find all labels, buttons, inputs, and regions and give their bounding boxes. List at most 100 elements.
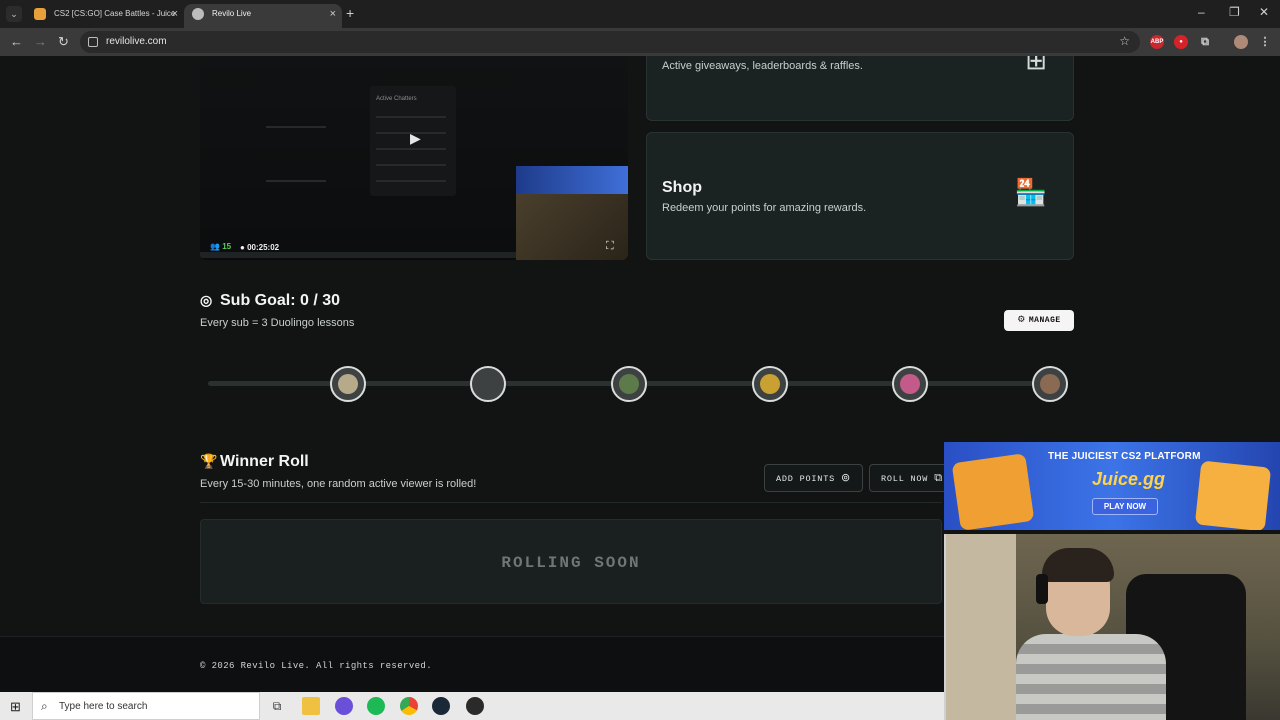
video-chat-title: Active Chatters — [376, 96, 417, 102]
milestone-reward[interactable] — [330, 366, 366, 402]
new-tab-button[interactable]: + — [346, 5, 354, 21]
search-icon: ⌕ — [41, 699, 48, 713]
webcam-shirt — [1016, 634, 1166, 720]
juice-favicon-icon — [34, 8, 46, 20]
sub-goal-subtitle: Every sub = 3 Duolingo lessons — [200, 317, 355, 329]
restore-icon[interactable]: ❐ — [1229, 5, 1240, 19]
copyright-text: © 2026 Revilo Live. All rights reserved. — [200, 661, 433, 671]
extensions-puzzle-icon[interactable]: ⧉ — [1198, 35, 1212, 49]
sub-goal-title-text: Sub Goal: 0 / 30 — [220, 292, 341, 309]
taskbar-search-input[interactable]: ⌕ Type here to search — [32, 692, 260, 720]
gift-icon: ⊞ — [1025, 56, 1047, 75]
viewer-count-value: 15 — [222, 242, 232, 251]
video-ad-banner — [516, 166, 628, 194]
close-window-icon[interactable]: ✕ — [1259, 5, 1269, 19]
reward-character-icon — [619, 374, 639, 394]
mascot-cube-left — [951, 453, 1035, 530]
stream-time: ● 00:25:02 — [240, 243, 280, 252]
store-icon: 🏪 — [1014, 177, 1047, 207]
manage-button[interactable]: ⚙ MANAGE — [1004, 310, 1074, 331]
shop-card[interactable]: Shop Redeem your points for amazing rewa… — [646, 132, 1074, 260]
reward-sticker-icon — [338, 374, 358, 394]
browser-toolbar: ← → ↻ revilolive.com ☆ ABP ● ⧉ ⋮ — [0, 28, 1280, 56]
gear-icon: ⚙ — [1017, 315, 1026, 325]
adblock-extension-icon[interactable]: ABP — [1150, 35, 1164, 49]
close-tab-icon[interactable]: × — [330, 4, 336, 24]
target-icon: ◎ — [200, 292, 213, 308]
winner-roll-title: 🏆 Winner Roll — [200, 453, 309, 471]
discord-icon[interactable] — [335, 697, 353, 715]
dice-icon: ⧉ — [934, 471, 943, 484]
chrome-icon[interactable] — [400, 697, 418, 715]
video-line — [376, 116, 446, 118]
webcam-curtain — [946, 534, 1016, 720]
stream-overlay-ad: THE JUICIEST CS2 PLATFORM Juice.gg PLAY … — [944, 442, 1280, 530]
bookmark-star-icon[interactable]: ☆ — [1119, 34, 1130, 48]
task-view-icon[interactable]: ⧉ — [268, 697, 286, 715]
video-line — [376, 164, 446, 166]
juice-logo: Juice.gg — [1092, 469, 1166, 489]
site-info-icon[interactable] — [88, 37, 98, 47]
browser-tab-revilo[interactable]: Revilo Live × — [184, 4, 342, 28]
tab-search-button[interactable]: ⌄ — [6, 6, 22, 22]
browser-tab-bar: ⌄ CS2 [CS:GO] Case Battles - Juice × Rev… — [0, 0, 1280, 28]
milestone-reward[interactable] — [752, 366, 788, 402]
steam-icon[interactable] — [432, 697, 450, 715]
revilo-favicon-icon — [192, 8, 204, 20]
milestone-reward[interactable] — [1032, 366, 1068, 402]
milestone-reward[interactable] — [892, 366, 928, 402]
manage-label: MANAGE — [1028, 316, 1061, 325]
tab-title: CS2 [CS:GO] Case Battles - Juice — [54, 9, 176, 18]
address-bar[interactable]: revilolive.com ☆ — [80, 31, 1140, 53]
viewer-count: 👥 15 — [210, 242, 232, 251]
stream-time-value: 00:25:02 — [247, 243, 280, 252]
profile-avatar[interactable] — [1234, 35, 1248, 49]
windows-start-icon[interactable]: ⊞ — [10, 699, 21, 715]
obs-icon[interactable] — [466, 697, 484, 715]
reward-knife-icon — [478, 374, 498, 394]
play-icon[interactable]: ▶ — [410, 130, 421, 147]
close-tab-icon[interactable]: × — [172, 4, 178, 24]
milestone-reward[interactable] — [611, 366, 647, 402]
reward-trophy-icon — [760, 374, 780, 394]
winner-roll-title-text: Winner Roll — [220, 453, 309, 470]
webcam-hair — [1042, 548, 1114, 582]
winner-roll-subtitle: Every 15-30 minutes, one random active v… — [200, 478, 477, 490]
spotify-icon[interactable] — [367, 697, 385, 715]
roll-status-box: ROLLING SOON — [200, 519, 942, 604]
shop-title: Shop — [662, 179, 702, 196]
video-line — [376, 180, 446, 182]
video-line — [376, 148, 446, 150]
forward-icon[interactable]: → — [34, 34, 47, 49]
add-points-button[interactable]: ADD POINTS ⊚ — [764, 464, 863, 492]
back-icon[interactable]: ← — [10, 34, 23, 49]
tab-title: Revilo Live — [212, 9, 252, 18]
search-placeholder: Type here to search — [59, 701, 148, 712]
windows-taskbar: ⊞ ⌕ Type here to search ⧉ — [0, 692, 944, 720]
fullscreen-icon[interactable]: ⛶ — [606, 240, 614, 253]
shop-subtitle: Redeem your points for amazing rewards. — [662, 202, 867, 214]
ad-title: THE JUICIEST CS2 PLATFORM — [1048, 451, 1201, 462]
file-explorer-icon[interactable] — [302, 697, 320, 715]
video-progress-bar[interactable] — [200, 252, 516, 258]
streamer-webcam — [944, 534, 1280, 720]
roll-now-label: ROLL NOW — [881, 474, 929, 484]
video-line — [266, 126, 326, 128]
reload-icon[interactable]: ↻ — [58, 34, 69, 50]
add-points-label: ADD POINTS — [776, 474, 836, 484]
browser-menu-icon[interactable]: ⋮ — [1258, 35, 1272, 49]
url-text: revilolive.com — [106, 36, 167, 47]
red-extension-icon[interactable]: ● — [1174, 35, 1188, 49]
giveaways-subtitle: Active giveaways, leaderboards & raffles… — [662, 60, 863, 72]
trophy-icon: 🏆 — [200, 453, 218, 469]
browser-tab-juice[interactable]: CS2 [CS:GO] Case Battles - Juice × — [26, 4, 184, 28]
video-line — [266, 180, 326, 182]
stream-video-player[interactable]: Active Chatters ▶ 👥 15 ● 00:25:02 ⛶ — [200, 56, 628, 260]
minimize-icon[interactable]: – — [1198, 5, 1205, 19]
section-divider — [200, 502, 942, 503]
headset-icon — [1036, 574, 1048, 604]
coins-icon: ⊚ — [841, 471, 852, 484]
reward-glasses-icon — [900, 374, 920, 394]
milestone-reward[interactable] — [470, 366, 506, 402]
giveaways-card[interactable]: Active giveaways, leaderboards & raffles… — [646, 56, 1074, 121]
